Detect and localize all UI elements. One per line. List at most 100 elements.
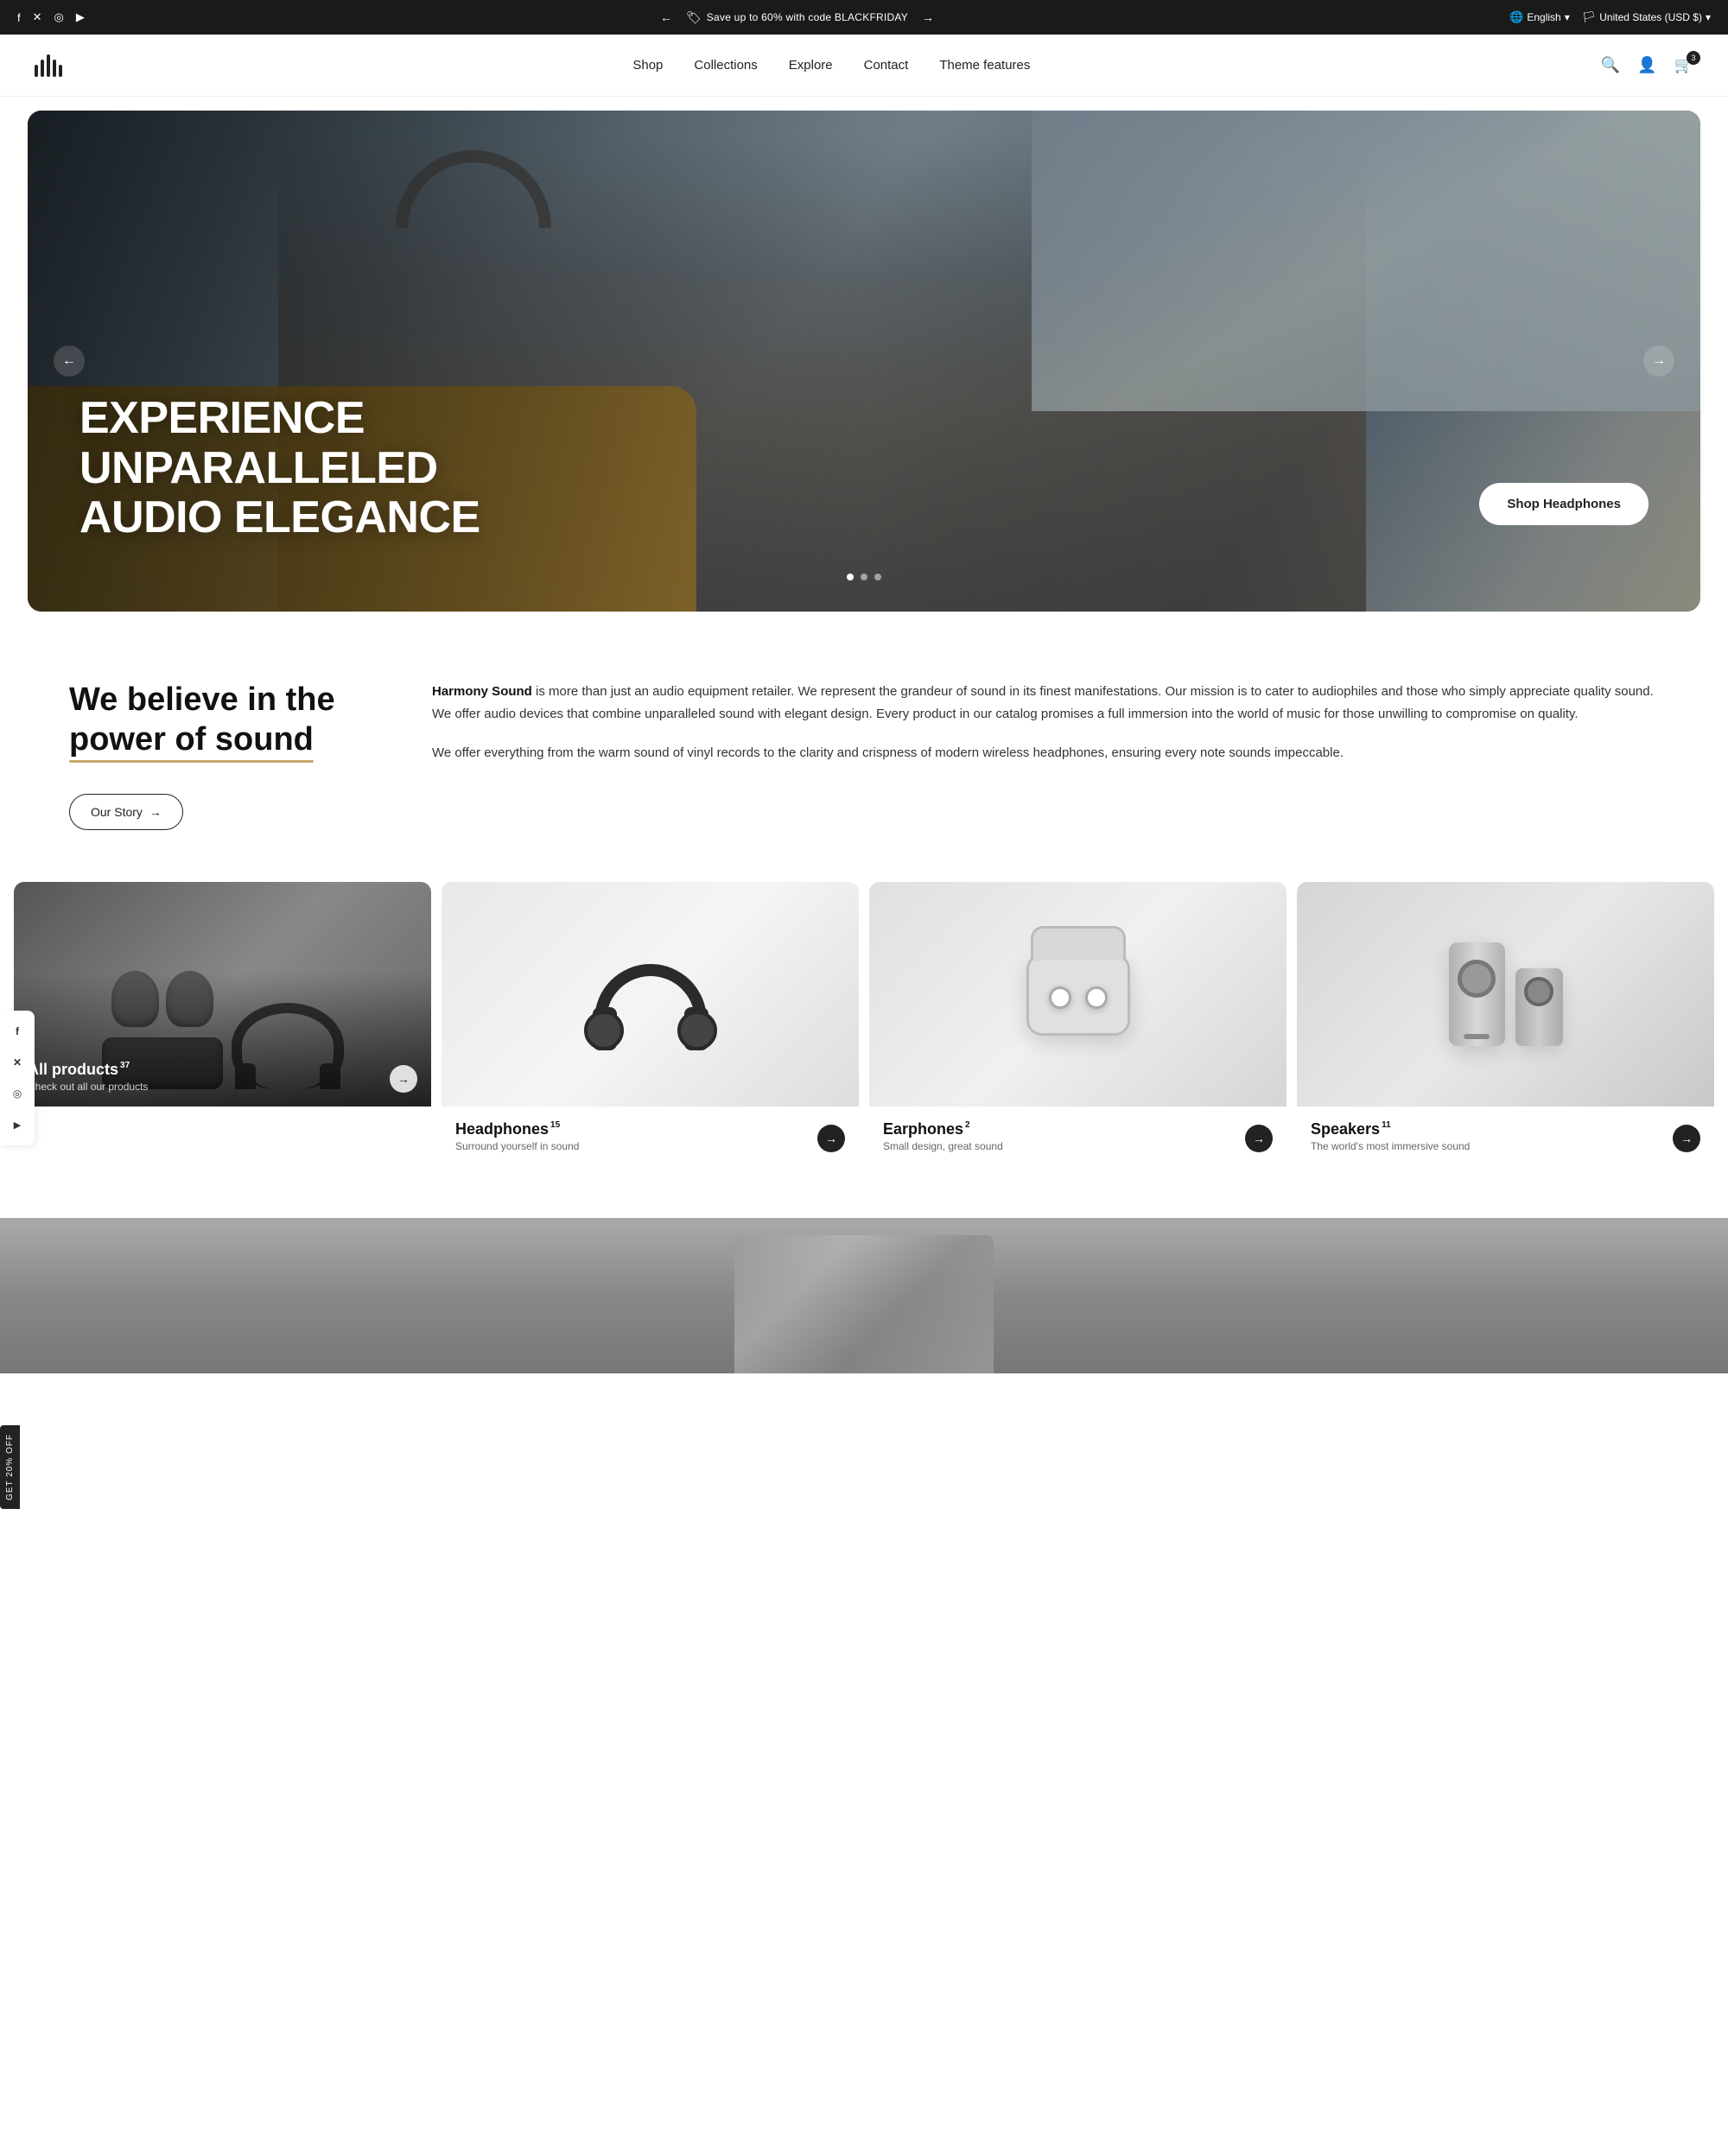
footer-preview bbox=[0, 1218, 1728, 1373]
instagram-icon-top[interactable]: ◎ bbox=[54, 10, 64, 24]
promo-text: Save up to 60% with code BLACKFRIDAY bbox=[707, 11, 908, 23]
all-products-info: All products37 Check out all our product… bbox=[28, 1061, 148, 1093]
belief-title: We believe in the power of sound bbox=[69, 681, 363, 759]
logo-bar-4 bbox=[53, 60, 56, 77]
logo-bar-1 bbox=[35, 65, 38, 77]
search-button[interactable]: 🔍 bbox=[1601, 56, 1620, 74]
collection-card-all-products[interactable]: All products37 Check out all our product… bbox=[14, 882, 431, 1166]
our-story-button[interactable]: Our Story → bbox=[69, 794, 183, 830]
speakers-image bbox=[1297, 882, 1714, 1107]
belief-paragraph-2: We offer everything from the warm sound … bbox=[432, 742, 1659, 764]
headphones-image bbox=[442, 882, 859, 1107]
nav-explore[interactable]: Explore bbox=[789, 58, 833, 73]
earphones-image bbox=[869, 882, 1286, 1107]
hero-next-button[interactable]: → bbox=[1643, 346, 1674, 377]
all-products-image: All products37 Check out all our product… bbox=[14, 882, 431, 1107]
hero-dot-1[interactable] bbox=[847, 574, 854, 580]
all-products-title: All products37 bbox=[28, 1061, 148, 1079]
collections-grid: All products37 Check out all our product… bbox=[14, 882, 1714, 1166]
header: Shop Collections Explore Contact Theme f… bbox=[0, 35, 1728, 97]
flag-icon: 🏳 bbox=[1582, 10, 1597, 24]
language-selector[interactable]: 🌐 English ▾ bbox=[1509, 10, 1570, 24]
footer-image-sim bbox=[734, 1235, 994, 1373]
headphones-bottom: Headphones15 Surround yourself in sound … bbox=[455, 1120, 845, 1152]
side-twitter-link[interactable]: ✕ bbox=[7, 1052, 28, 1073]
promo-next-button[interactable]: → bbox=[917, 9, 939, 26]
announcement-center: ← 🏷 Save up to 60% with code BLACKFRIDAY… bbox=[85, 9, 1509, 26]
logo-mark bbox=[35, 54, 62, 77]
earphones-subtitle: Small design, great sound bbox=[883, 1140, 1003, 1152]
nav-collections[interactable]: Collections bbox=[694, 58, 757, 73]
earphones-text: Earphones2 Small design, great sound bbox=[883, 1120, 1003, 1152]
hero-cta: Shop Headphones bbox=[1479, 483, 1649, 525]
promo-icon: 🏷 bbox=[686, 10, 702, 25]
side-social-bar: f ✕ ◎ ▶ bbox=[0, 1011, 35, 1145]
region-selector[interactable]: 🏳 United States (USD $) ▾ bbox=[1582, 10, 1711, 24]
globe-icon: 🌐 bbox=[1509, 10, 1523, 24]
headphones-info: Headphones15 Surround yourself in sound … bbox=[442, 1107, 859, 1166]
facebook-icon-top[interactable]: f bbox=[17, 11, 21, 24]
speakers-product-sim bbox=[1449, 942, 1563, 1046]
twitter-icon-top[interactable]: ✕ bbox=[33, 10, 42, 24]
speakers-subtitle: The world's most immersive sound bbox=[1311, 1140, 1470, 1152]
earphones-bottom: Earphones2 Small design, great sound → bbox=[883, 1120, 1273, 1152]
nav-shop[interactable]: Shop bbox=[632, 58, 663, 73]
search-icon: 🔍 bbox=[1601, 56, 1620, 73]
hero-dot-2[interactable] bbox=[861, 574, 867, 580]
cart-button[interactable]: 🛒 3 bbox=[1674, 56, 1693, 74]
logo-bar-2 bbox=[41, 60, 44, 77]
headphones-product-sim bbox=[586, 925, 715, 1063]
belief-left: We believe in the power of sound Our Sto… bbox=[69, 681, 363, 830]
hero-prev-button[interactable]: ← bbox=[54, 346, 85, 377]
all-products-subtitle: Check out all our products bbox=[28, 1081, 148, 1093]
headphones-subtitle: Surround yourself in sound bbox=[455, 1140, 579, 1152]
region-chevron-icon: ▾ bbox=[1706, 11, 1711, 23]
side-youtube-link[interactable]: ▶ bbox=[7, 1114, 28, 1135]
main-nav: Shop Collections Explore Contact Theme f… bbox=[632, 58, 1030, 73]
youtube-icon-top[interactable]: ▶ bbox=[76, 10, 85, 24]
arrow-right-icon: → bbox=[149, 805, 162, 819]
speakers-arrow[interactable]: → bbox=[1673, 1125, 1700, 1152]
belief-section: We believe in the power of sound Our Sto… bbox=[0, 612, 1728, 882]
logo-bar-3 bbox=[47, 54, 50, 77]
discount-tab[interactable]: GET 20% OFF bbox=[0, 1425, 20, 1509]
side-instagram-link[interactable]: ◎ bbox=[7, 1083, 28, 1104]
speakers-info: Speakers11 The world's most immersive so… bbox=[1297, 1107, 1714, 1166]
earphones-arrow[interactable]: → bbox=[1245, 1125, 1273, 1152]
hero-title: EXPERIENCE UNPARALLELED AUDIO ELEGANCE bbox=[79, 394, 511, 542]
belief-title-accent: power of sound bbox=[69, 720, 314, 760]
logo-bar-5 bbox=[59, 65, 62, 77]
earphones-title: Earphones2 bbox=[883, 1120, 1003, 1138]
collection-card-headphones[interactable]: Headphones15 Surround yourself in sound … bbox=[442, 882, 859, 1166]
headphones-arrow[interactable]: → bbox=[817, 1125, 845, 1152]
hero-banner: EXPERIENCE UNPARALLELED AUDIO ELEGANCE S… bbox=[28, 111, 1700, 612]
hero-dot-3[interactable] bbox=[874, 574, 881, 580]
lang-chevron-icon: ▾ bbox=[1565, 11, 1570, 23]
hero-content: EXPERIENCE UNPARALLELED AUDIO ELEGANCE bbox=[79, 394, 511, 542]
belief-right: Harmony Sound is more than just an audio… bbox=[432, 681, 1659, 780]
collections-section: All products37 Check out all our product… bbox=[0, 882, 1728, 1218]
account-icon: 👤 bbox=[1637, 56, 1656, 73]
shop-headphones-button[interactable]: Shop Headphones bbox=[1479, 483, 1649, 525]
side-facebook-link[interactable]: f bbox=[7, 1021, 28, 1042]
speakers-bottom: Speakers11 The world's most immersive so… bbox=[1311, 1120, 1700, 1152]
hero-section: EXPERIENCE UNPARALLELED AUDIO ELEGANCE S… bbox=[0, 97, 1728, 612]
collection-card-earphones[interactable]: Earphones2 Small design, great sound → bbox=[869, 882, 1286, 1166]
headphones-text: Headphones15 Surround yourself in sound bbox=[455, 1120, 579, 1152]
collection-card-speakers[interactable]: Speakers11 The world's most immersive so… bbox=[1297, 882, 1714, 1166]
speakers-text: Speakers11 The world's most immersive so… bbox=[1311, 1120, 1470, 1152]
account-button[interactable]: 👤 bbox=[1637, 56, 1656, 74]
nav-theme-features[interactable]: Theme features bbox=[939, 58, 1030, 73]
earphones-info: Earphones2 Small design, great sound → bbox=[869, 1107, 1286, 1166]
hero-dots bbox=[847, 574, 881, 580]
cart-count-badge: 3 bbox=[1687, 51, 1700, 65]
logo[interactable] bbox=[35, 54, 62, 77]
header-actions: 🔍 👤 🛒 3 bbox=[1601, 56, 1693, 74]
promo-prev-button[interactable]: ← bbox=[655, 9, 677, 26]
all-products-arrow[interactable]: → bbox=[390, 1065, 417, 1093]
belief-paragraph-1: Harmony Sound is more than just an audio… bbox=[432, 681, 1659, 726]
lang-region: 🌐 English ▾ 🏳 United States (USD $) ▾ bbox=[1509, 10, 1711, 24]
earphones-product-sim bbox=[1026, 954, 1130, 1036]
nav-contact[interactable]: Contact bbox=[864, 58, 909, 73]
brand-name: Harmony Sound bbox=[432, 684, 532, 699]
